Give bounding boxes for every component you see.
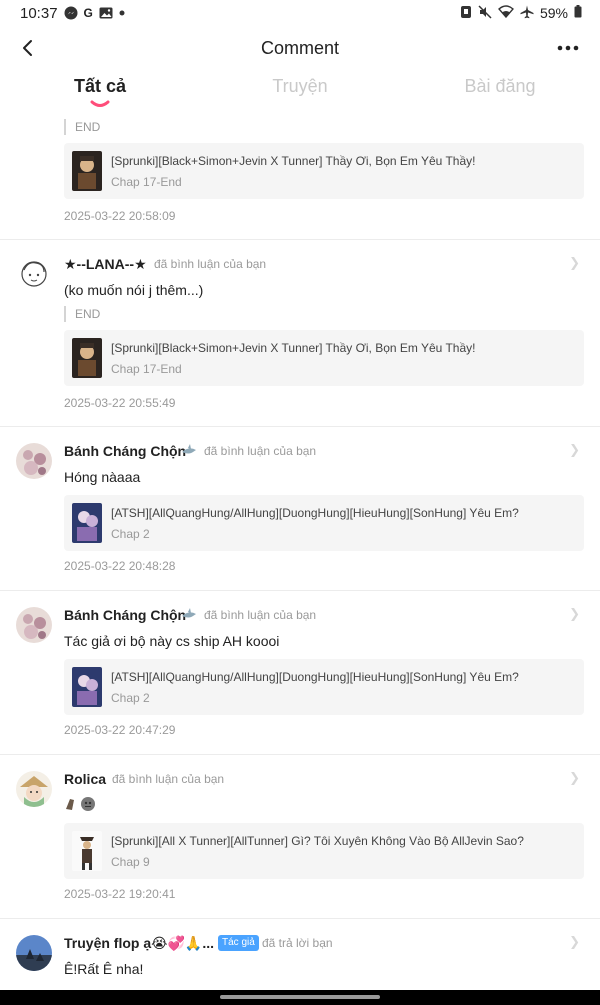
chevron-right-icon[interactable]: ❯ bbox=[569, 606, 580, 622]
story-card[interactable]: [ATSH][AllQuangHung/AllHung][DuongHung][… bbox=[64, 495, 584, 551]
sticker-icon bbox=[66, 797, 95, 811]
story-chapter: Chap 17-End bbox=[111, 175, 182, 189]
more-button[interactable] bbox=[552, 32, 584, 64]
comment-time: 2025-03-22 20:47:29 bbox=[64, 723, 176, 737]
comment-item[interactable]: ★--LANA--★ đã bình luận của bạn ❯ (ko mu… bbox=[0, 240, 600, 427]
page-title: Comment bbox=[260, 37, 340, 58]
comment-time: 2025-03-22 20:48:28 bbox=[64, 559, 176, 573]
more-icon bbox=[557, 45, 579, 51]
user-name[interactable]: Bánh Cháng Chộn bbox=[64, 607, 186, 623]
story-thumbnail bbox=[72, 338, 102, 378]
story-thumbnail bbox=[72, 667, 102, 707]
status-right: 59% bbox=[460, 4, 582, 22]
alarm-icon bbox=[460, 5, 472, 22]
shark-icon bbox=[182, 608, 196, 618]
home-gesture-handle[interactable] bbox=[220, 995, 380, 999]
avatar[interactable] bbox=[16, 256, 52, 292]
dot-icon bbox=[119, 10, 125, 16]
story-chapter: Chap 2 bbox=[111, 691, 150, 705]
story-card[interactable]: [Sprunki][All X Tunner][AllTunner] Gì? T… bbox=[64, 823, 584, 879]
comment-time: 2025-03-22 20:55:49 bbox=[64, 396, 176, 410]
action-text: đã bình luận của bạn bbox=[154, 257, 267, 271]
tab-all-label: Tất cả bbox=[73, 76, 127, 96]
photo-icon bbox=[99, 7, 113, 19]
action-text: đã bình luận của bạn bbox=[204, 608, 317, 622]
status-left: 10:37 G bbox=[20, 5, 125, 22]
mute-icon bbox=[478, 4, 492, 22]
quoted-comment: END bbox=[64, 119, 100, 135]
comment-text: (ko muốn nói j thêm...) bbox=[64, 282, 204, 298]
comment-feed[interactable]: END [Sprunki][Black+Simon+Jevin X Tunner… bbox=[0, 110, 600, 990]
back-arrow-icon bbox=[23, 40, 32, 56]
story-chapter: Chap 9 bbox=[111, 855, 150, 869]
messenger-icon bbox=[64, 6, 78, 20]
chevron-right-icon[interactable]: ❯ bbox=[569, 255, 580, 271]
tab-posts[interactable]: Bài đăng bbox=[400, 70, 600, 110]
battery-level: 59% bbox=[539, 5, 568, 21]
chevron-right-icon[interactable]: ❯ bbox=[569, 770, 580, 786]
story-card[interactable]: [ATSH][AllQuangHung/AllHung][DuongHung][… bbox=[64, 659, 584, 715]
story-chapter: Chap 17-End bbox=[111, 362, 182, 376]
action-text: đã bình luận của bạn bbox=[112, 772, 225, 786]
status-bar: 10:37 G 59% bbox=[0, 0, 600, 26]
user-name[interactable]: ★--LANA--★ bbox=[64, 256, 147, 273]
avatar[interactable] bbox=[16, 935, 52, 971]
comment-item[interactable]: Bánh Cháng Chộn đã bình luận của bạn ❯ T… bbox=[0, 591, 600, 755]
comment-item[interactable]: Rolica đã bình luận của bạn ❯ [Sprunki][… bbox=[0, 755, 600, 919]
airplane-icon bbox=[520, 5, 534, 22]
user-name[interactable]: Truyện flop ạ😭💞🙏... bbox=[64, 935, 214, 952]
story-chapter: Chap 2 bbox=[111, 527, 150, 541]
shark-icon bbox=[182, 444, 196, 454]
back-button[interactable] bbox=[12, 32, 44, 64]
wifi-icon bbox=[497, 5, 514, 21]
story-title: [Sprunki][Black+Simon+Jevin X Tunner] Th… bbox=[111, 341, 476, 355]
battery-icon bbox=[574, 5, 582, 21]
story-title: [ATSH][AllQuangHung/AllHung][DuongHung][… bbox=[111, 506, 519, 520]
author-badge: Tác giả bbox=[218, 935, 259, 951]
story-card[interactable]: [Sprunki][Black+Simon+Jevin X Tunner] Th… bbox=[64, 330, 584, 386]
comment-text: Tác giả ơi bộ này cs ship AH koooi bbox=[64, 633, 280, 649]
tab-posts-label: Bài đăng bbox=[464, 76, 536, 96]
google-icon: G bbox=[83, 6, 93, 20]
story-title: [Sprunki][Black+Simon+Jevin X Tunner] Th… bbox=[111, 154, 476, 168]
chevron-right-icon[interactable]: ❯ bbox=[569, 442, 580, 458]
status-time: 10:37 bbox=[20, 4, 58, 22]
user-name[interactable]: Bánh Cháng Chộn bbox=[64, 443, 186, 459]
tab-bar: Tất cả Truyện Bài đăng bbox=[0, 70, 600, 110]
comment-item[interactable]: END [Sprunki][Black+Simon+Jevin X Tunner… bbox=[0, 110, 600, 240]
comment-item[interactable]: Truyện flop ạ😭💞🙏... Tác giả đã trả lời b… bbox=[0, 919, 600, 990]
user-name[interactable]: Rolica bbox=[64, 771, 106, 787]
story-card[interactable]: [Sprunki][Black+Simon+Jevin X Tunner] Th… bbox=[64, 143, 584, 199]
story-thumbnail bbox=[72, 151, 102, 191]
comment-time: 2025-03-22 19:20:41 bbox=[64, 887, 176, 901]
story-title: [ATSH][AllQuangHung/AllHung][DuongHung][… bbox=[111, 670, 519, 684]
comment-time: 2025-03-22 20:58:09 bbox=[64, 209, 176, 223]
story-thumbnail bbox=[72, 831, 102, 871]
action-text: đã trả lời bạn bbox=[262, 936, 333, 950]
app-header: Comment bbox=[0, 28, 600, 68]
emoji-comment bbox=[64, 795, 100, 818]
story-title: [Sprunki][All X Tunner][AllTunner] Gì? T… bbox=[111, 834, 524, 848]
chevron-right-icon[interactable]: ❯ bbox=[569, 934, 580, 950]
comment-item[interactable]: Bánh Cháng Chộn đã bình luận của bạn ❯ H… bbox=[0, 427, 600, 591]
system-nav-bar bbox=[0, 990, 600, 1005]
story-thumbnail bbox=[72, 503, 102, 543]
avatar[interactable] bbox=[16, 771, 52, 807]
comment-text: Ê!Rất Ê nha! bbox=[64, 961, 144, 977]
avatar[interactable] bbox=[16, 443, 52, 479]
action-text: đã bình luận của bạn bbox=[204, 444, 317, 458]
tab-stories[interactable]: Truyện bbox=[200, 70, 400, 110]
tab-active-indicator bbox=[90, 100, 110, 107]
tab-all[interactable]: Tất cả bbox=[0, 70, 200, 110]
avatar[interactable] bbox=[16, 607, 52, 643]
comment-text: Hóng nàaaa bbox=[64, 469, 141, 485]
tab-stories-label: Truyện bbox=[272, 76, 328, 96]
quoted-comment: END bbox=[64, 306, 100, 322]
